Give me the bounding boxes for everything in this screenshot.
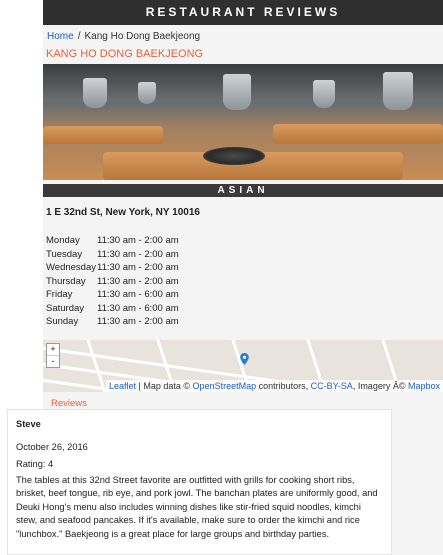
site-header: RESTAURANT REVIEWS [43, 0, 443, 25]
category-banner: ASIAN [43, 184, 443, 197]
reviews-heading: Reviews [51, 397, 87, 409]
attribution-text: contributors, [256, 380, 311, 391]
attribution-text: , Imagery Â© [352, 380, 408, 391]
hours-row: Friday 11:30 am - 6:00 am [46, 289, 440, 303]
location-map[interactable]: + - Leaflet | Map data © OpenStreetMap c… [43, 339, 443, 392]
hours-row: Wednesday 11:30 am - 2:00 am [46, 262, 440, 276]
breadcrumb-separator: / [77, 31, 81, 42]
hours-time: 11:30 am - 6:00 am [97, 302, 179, 314]
hours-day: Thursday [46, 275, 86, 287]
restaurant-address: 1 E 32nd St, New York, NY 10016 [46, 207, 200, 218]
breadcrumb-current: Kang Ho Dong Baekjeong [84, 31, 201, 42]
hours-day: Saturday [46, 302, 85, 314]
review-card: Steve October 26, 2016 Rating: 4 The tab… [7, 409, 392, 555]
review-text: The tables at this 32nd Street favorite … [16, 474, 378, 539]
hours-row: Thursday 11:30 am - 2:00 am [46, 276, 440, 290]
license-link[interactable]: CC-BY-SA [311, 381, 353, 391]
map-zoom-control: + - [46, 342, 60, 368]
attribution-text: | Map data © [136, 380, 193, 391]
map-marker-icon[interactable] [240, 352, 249, 365]
hours-row: Monday 11:30 am - 2:00 am [46, 235, 440, 249]
openstreetmap-link[interactable]: OpenStreetMap [193, 381, 257, 391]
leaflet-link[interactable]: Leaflet [109, 381, 136, 391]
opening-hours: Monday 11:30 am - 2:00 am Tuesday 11:30 am… [43, 225, 443, 330]
hours-time: 11:30 am - 2:00 am [97, 275, 179, 287]
hours-day: Friday [46, 289, 73, 300]
review-author: Steve [16, 419, 41, 429]
breadcrumb: Home / Kang Ho Dong Baekjeong [43, 25, 443, 46]
hours-day: Tuesday [46, 248, 83, 260]
hours-row: Tuesday 11:30 am - 2:00 am [46, 249, 440, 263]
restaurant-name: KANG HO DONG BAEKJEONG [46, 48, 204, 60]
breadcrumb-home-link[interactable]: Home [47, 31, 74, 42]
hours-day: Sunday [46, 316, 79, 327]
review-rating: Rating: 4 [16, 459, 54, 469]
hours-time: 11:30 am - 2:00 am [97, 235, 179, 246]
map-attribution: Leaflet | Map data © OpenStreetMap contr… [106, 379, 443, 392]
hours-row: Saturday 11:30 am - 6:00 am [46, 303, 440, 317]
hours-time: 11:30 am - 6:00 am [97, 289, 179, 300]
hours-time: 11:30 am - 2:00 am [97, 248, 179, 260]
hours-time: 11:30 am - 2:00 am [97, 316, 179, 327]
hours-time: 11:30 am - 2:00 am [97, 262, 179, 273]
map-zoom-out-button[interactable]: - [47, 354, 59, 367]
map-zoom-in-button[interactable]: + [47, 344, 59, 355]
hours-row: Sunday 11:30 am - 2:00 am [46, 316, 440, 330]
hours-day: Wednesday [46, 262, 96, 273]
restaurant-photo [43, 64, 443, 180]
hours-day: Monday [46, 235, 80, 246]
review-date: October 26, 2016 [16, 441, 88, 452]
mapbox-link[interactable]: Mapbox [408, 381, 440, 391]
